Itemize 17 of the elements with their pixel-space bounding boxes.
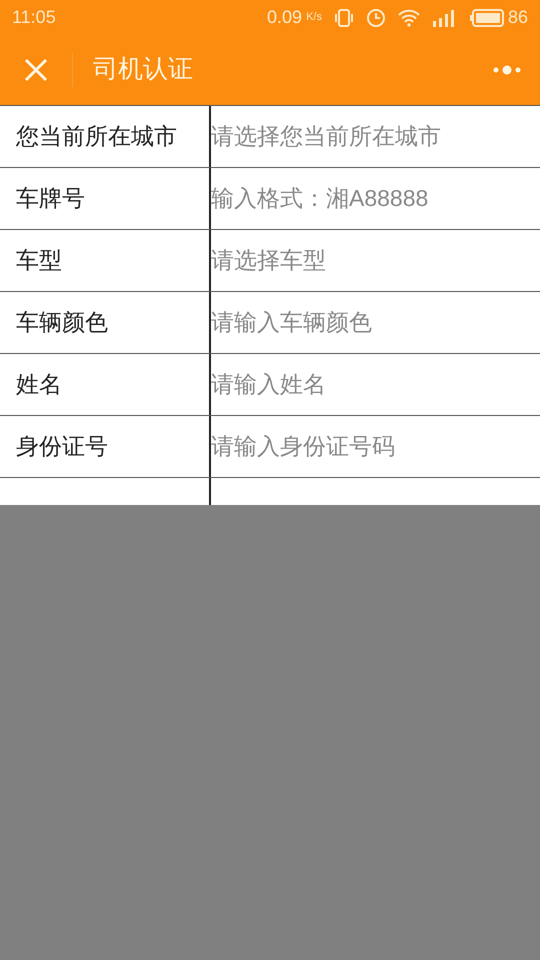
network-speed: 0.09 [267, 6, 302, 29]
battery-icon [470, 8, 504, 26]
status-time: 11:05 [12, 6, 56, 29]
field-label: 车辆颜色 [16, 308, 108, 338]
more-icon [492, 64, 522, 76]
field-label: 车型 [16, 246, 62, 276]
field-label: 姓名 [16, 370, 62, 400]
vibrate-icon [334, 8, 354, 28]
wifi-icon [398, 8, 420, 26]
page-title: 司机认证 [93, 54, 193, 86]
speed-unit: K/s [306, 10, 322, 26]
field-label: 您当前所在城市 [16, 122, 177, 152]
alarm-icon [366, 8, 386, 28]
close-icon [23, 57, 49, 83]
battery-level: 86 [508, 6, 528, 29]
field-label: 车牌号 [16, 184, 85, 214]
field-label: 身份证号 [16, 432, 108, 462]
